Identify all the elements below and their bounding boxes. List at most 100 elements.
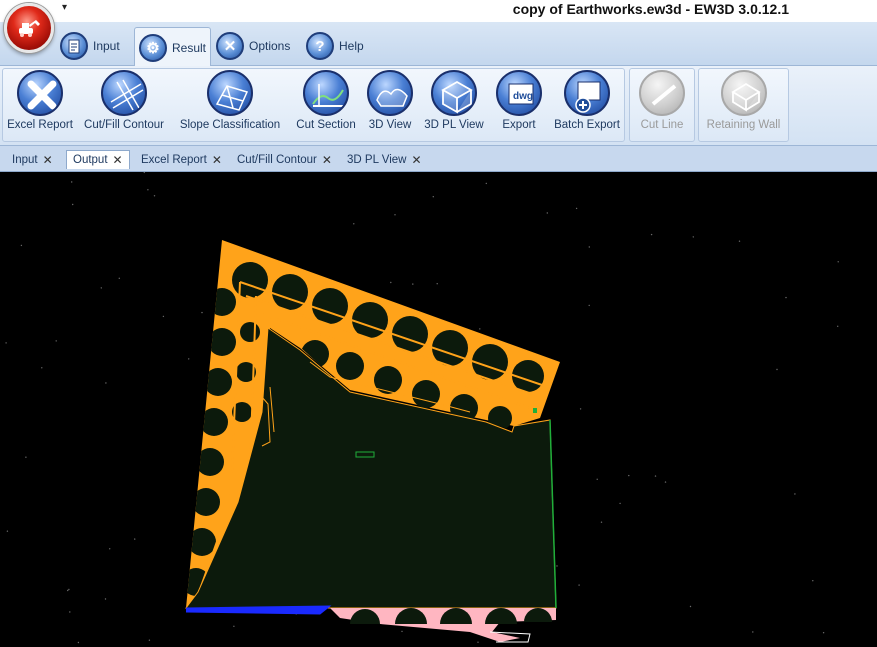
star-dot [556, 565, 558, 567]
star-dot [578, 584, 580, 586]
star-dot [162, 315, 165, 318]
slope-icon [207, 70, 253, 116]
star-dot [134, 538, 136, 540]
star-dot [41, 367, 43, 369]
doc-tab-cut-fill-contour[interactable]: Cut/Fill Contour ✕ [231, 150, 338, 169]
doc-tab-input[interactable]: Input ✕ [6, 150, 59, 169]
app-menu-button[interactable] [4, 3, 54, 53]
close-icon[interactable]: ✕ [43, 153, 53, 167]
close-icon[interactable]: ✕ [113, 153, 123, 167]
window-title: copy of Earthworks.ew3d - EW3D 3.0.12.1 [512, 1, 789, 17]
star-dot [776, 368, 778, 371]
star-dot [664, 481, 667, 483]
contour-icon [101, 70, 147, 116]
quick-access-arrow-icon[interactable]: ▾ [62, 2, 67, 13]
star-dot [109, 548, 111, 550]
retaining-wall-button[interactable]: Retaining Wall [701, 70, 786, 138]
star-dot [153, 195, 156, 197]
clipboard-icon [60, 32, 88, 60]
star-dot [390, 281, 392, 284]
excel-icon [17, 70, 63, 116]
tab-options-label: Options [249, 39, 291, 53]
star-dot [72, 203, 74, 206]
cut-section-button[interactable]: Cut Section [294, 70, 358, 138]
gear-icon: ⚙ [139, 33, 167, 62]
ribbon-tab-row: Input ⚙ Result ✕ Options ? Help [0, 22, 877, 67]
star-dot [588, 246, 590, 248]
terrain-icon [367, 70, 413, 116]
close-icon[interactable]: ✕ [411, 153, 421, 167]
export-button[interactable]: dwg Export [495, 70, 543, 138]
tab-input[interactable]: Input [60, 27, 120, 65]
tab-help[interactable]: ? Help [306, 27, 364, 65]
star-dot [436, 283, 438, 285]
wall-icon [720, 70, 767, 116]
excavator-icon [19, 20, 40, 37]
tab-result-label: Result [172, 40, 207, 55]
star-dot [837, 325, 839, 327]
star-dot [118, 277, 121, 279]
3d-view-label: 3D View [368, 119, 412, 131]
doc-tab-excel-report-label: Excel Report [141, 153, 207, 166]
close-icon[interactable]: ✕ [212, 153, 222, 167]
tab-options[interactable]: ✕ Options [216, 27, 290, 65]
star-dot [147, 189, 149, 191]
star-dot [68, 588, 70, 591]
tab-result[interactable]: ⚙ Result [134, 27, 212, 67]
star-dot [822, 632, 825, 634]
doc-tab-output[interactable]: Output ✕ [66, 150, 130, 169]
slope-classification-label: Slope Classification [179, 119, 281, 131]
star-dot [628, 474, 630, 477]
star-dot [837, 261, 839, 263]
earthworks-model-render[interactable] [0, 171, 877, 647]
ribbon-panel: Excel Report Cut/Fill Contour Slope Clas… [0, 66, 877, 146]
doc-tab-excel-report[interactable]: Excel Report ✕ [135, 150, 228, 169]
green-marker [533, 408, 537, 413]
cut-fill-contour-button[interactable]: Cut/Fill Contour [79, 70, 169, 138]
box-icon [431, 70, 477, 116]
export-label: Export [502, 119, 536, 131]
batch-export-button[interactable]: Batch Export [551, 70, 623, 138]
star-dot [575, 207, 578, 210]
batch-export-label: Batch Export [554, 119, 620, 131]
star-dot [353, 223, 355, 225]
app-window: ▾ copy of Earthworks.ew3d - EW3D 3.0.12.… [0, 0, 877, 647]
star-dot [794, 493, 796, 495]
retaining-wall-label: Retaining Wall [706, 119, 781, 131]
output-3d-viewport[interactable] [0, 171, 877, 647]
star-dot [188, 358, 190, 360]
svg-text:dwg: dwg [513, 91, 533, 102]
star-dot [650, 233, 653, 236]
3d-pl-view-button[interactable]: 3D PL View [423, 70, 485, 138]
cut-line-label: Cut Line [640, 119, 684, 131]
export-icon: dwg [496, 70, 542, 116]
star-dot [412, 283, 414, 285]
star-dot [71, 181, 73, 183]
cut-line-button[interactable]: Cut Line [633, 70, 691, 138]
star-dot [588, 304, 590, 307]
slope-classification-button[interactable]: Slope Classification [177, 70, 283, 138]
excel-report-button[interactable]: Excel Report [4, 70, 76, 138]
document-tab-strip: Input ✕ Output ✕ Excel Report ✕ Cut/Fill… [0, 146, 877, 172]
star-dot [432, 196, 434, 198]
close-icon[interactable]: ✕ [322, 153, 332, 167]
star-dot [143, 171, 145, 174]
star-dot [69, 611, 71, 613]
star-dot [394, 214, 396, 216]
tab-help-label: Help [339, 39, 364, 53]
question-icon: ? [306, 32, 334, 60]
doc-tab-input-label: Input [12, 153, 38, 166]
doc-tab-output-label: Output [73, 154, 108, 166]
star-dot [55, 340, 57, 342]
star-dot [689, 605, 692, 608]
tab-input-label: Input [93, 39, 120, 53]
star-dot [20, 244, 23, 247]
star-dot [100, 287, 103, 289]
section-icon [303, 70, 349, 116]
3d-view-button[interactable]: 3D View [364, 70, 416, 138]
doc-tab-3d-pl-view[interactable]: 3D PL View ✕ [341, 150, 428, 169]
star-dot [600, 521, 603, 523]
star-dot [105, 382, 107, 384]
star-dot [401, 630, 403, 633]
tools-icon: ✕ [216, 32, 244, 60]
